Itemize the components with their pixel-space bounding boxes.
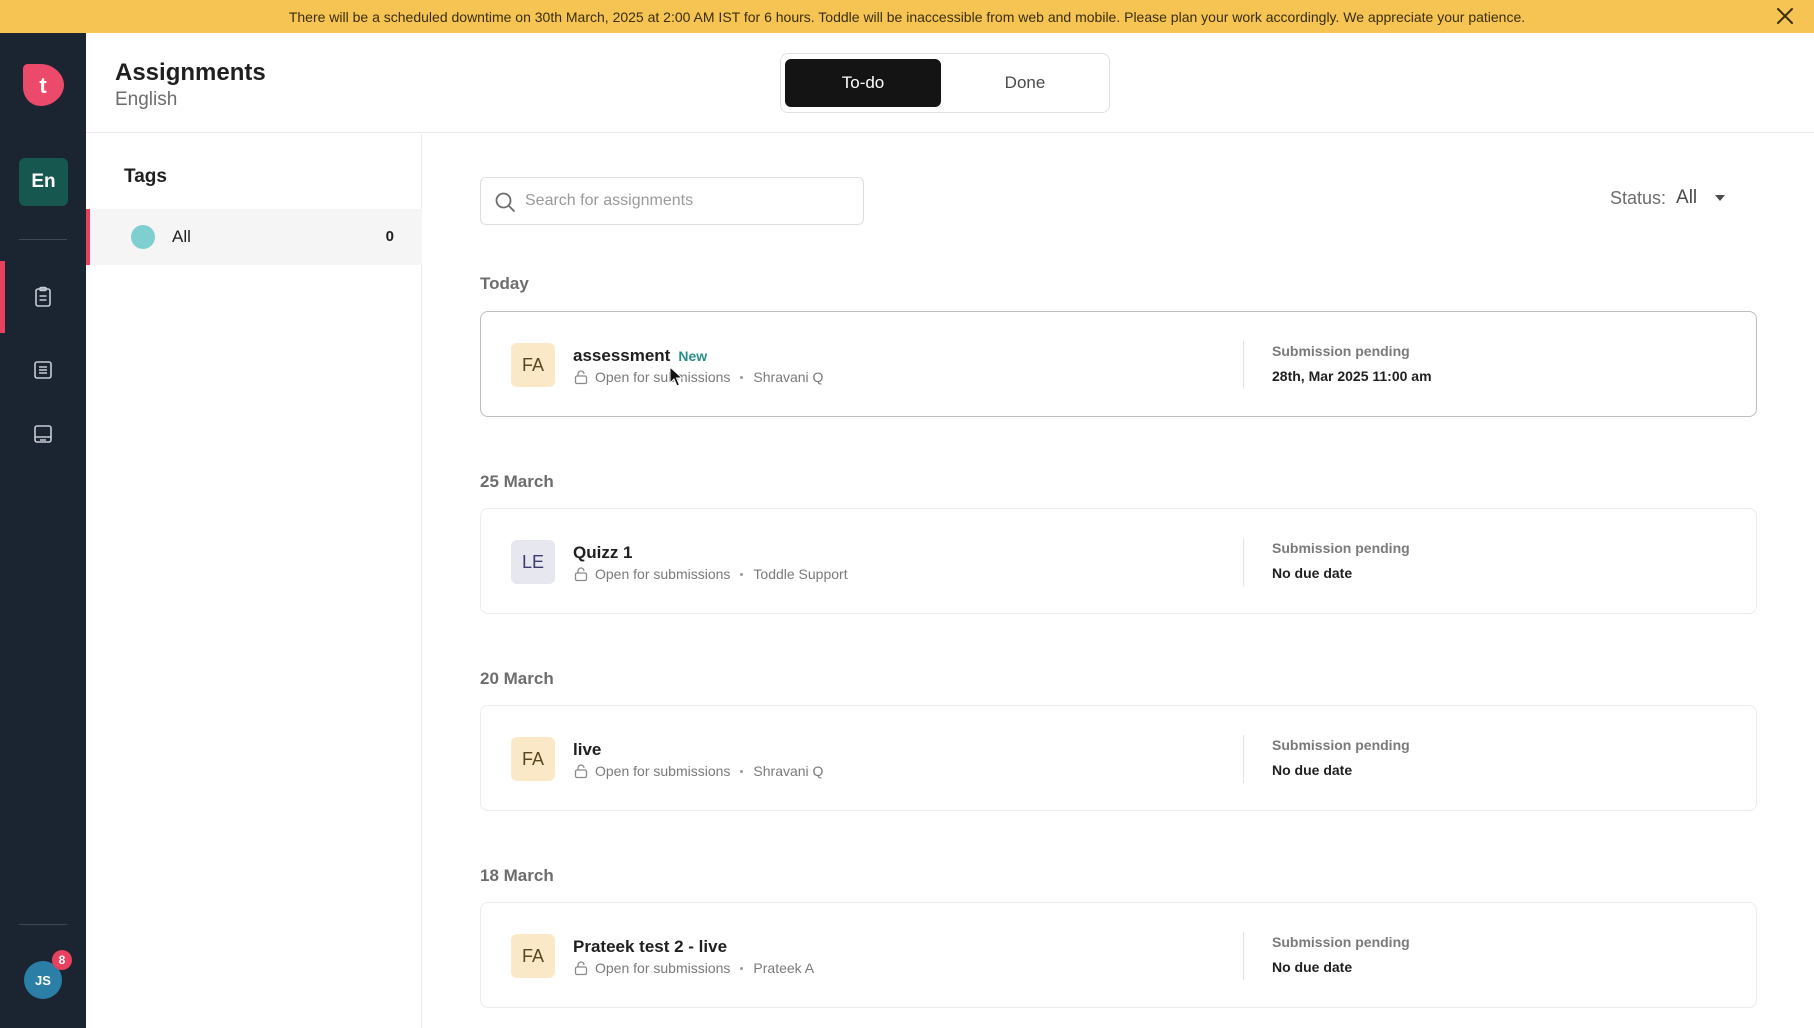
assignment-title-text: Quizz 1 bbox=[573, 543, 633, 562]
page-subtitle: English bbox=[115, 89, 178, 110]
mouse-cursor-icon bbox=[669, 366, 683, 387]
separator-dot bbox=[740, 769, 744, 773]
toddle-logo-icon[interactable]: t bbox=[19, 61, 67, 109]
assignment-meta: Open for submissions Prateek A bbox=[573, 960, 814, 976]
search-box bbox=[480, 177, 864, 225]
clipboard-icon bbox=[35, 286, 51, 307]
status-filter-label: Status: bbox=[1610, 187, 1667, 208]
assignment-meta: Open for submissions Shravani Q bbox=[573, 369, 823, 385]
caret-down-icon bbox=[1715, 195, 1726, 201]
open-lock-icon bbox=[574, 961, 588, 976]
assignment-author: Shravani Q bbox=[753, 763, 824, 779]
tags-panel: Tags All 0 bbox=[86, 134, 422, 1028]
close-icon[interactable] bbox=[1774, 5, 1796, 27]
separator-dot bbox=[740, 572, 744, 576]
assignment-title: live bbox=[573, 740, 601, 760]
assignment-title-text: live bbox=[573, 740, 602, 759]
assignment-author: Prateek A bbox=[753, 960, 815, 976]
new-badge: New bbox=[678, 348, 708, 364]
rail-item-assignments[interactable] bbox=[0, 261, 86, 333]
tag-color-dot bbox=[131, 225, 155, 249]
assignment-initials: LE bbox=[511, 540, 555, 584]
assignment-state: Open for submissions bbox=[595, 566, 731, 582]
notification-badge: 8 bbox=[52, 950, 72, 970]
group-label: 18 March bbox=[480, 866, 554, 885]
rail-divider bbox=[19, 239, 67, 240]
downtime-banner: There will be a scheduled downtime on 30… bbox=[0, 0, 1814, 33]
left-nav-rail: t En JS 8 bbox=[0, 33, 86, 1028]
page-title: Assignments bbox=[115, 59, 266, 86]
course-chip[interactable]: En bbox=[19, 158, 68, 206]
rail-item-lists[interactable] bbox=[0, 334, 86, 406]
assignment-title-text: Prateek test 2 - live bbox=[573, 937, 728, 956]
tag-count: 0 bbox=[385, 228, 394, 245]
todo-done-toggle: To-do Done bbox=[780, 53, 1110, 113]
notebook-icon bbox=[34, 425, 52, 443]
assignment-meta: Open for submissions Toddle Support bbox=[573, 566, 848, 582]
assignment-title-text: assessment bbox=[573, 346, 671, 365]
banner-message: There will be a scheduled downtime on 30… bbox=[288, 8, 1526, 25]
logo-letter: t bbox=[39, 73, 47, 98]
assignment-card[interactable]: FA live Open for submissions Shravani Q … bbox=[480, 705, 1757, 811]
assignment-card[interactable]: LE Quizz 1 Open for submissions Toddle S… bbox=[480, 508, 1757, 614]
assignment-card[interactable]: FA Prateek test 2 - live Open for submis… bbox=[480, 902, 1757, 1008]
page-header: Assignments English To-do Done bbox=[86, 33, 1814, 133]
assignment-title: assessment New bbox=[573, 346, 707, 366]
tag-label: All bbox=[172, 227, 191, 246]
due-date: No due date bbox=[1272, 959, 1353, 975]
due-date: No due date bbox=[1272, 762, 1353, 778]
tag-item-all[interactable]: All 0 bbox=[86, 209, 422, 265]
due-date: No due date bbox=[1272, 565, 1353, 581]
assignment-title: Prateek test 2 - live bbox=[573, 937, 727, 957]
status-filter-value: All bbox=[1676, 187, 1698, 208]
assignment-state: Open for submissions bbox=[595, 369, 731, 385]
submission-status: Submission pending bbox=[1272, 343, 1410, 359]
assignment-initials: FA bbox=[511, 934, 555, 978]
assignment-state: Open for submissions bbox=[595, 960, 731, 976]
assignment-state: Open for submissions bbox=[595, 763, 731, 779]
group-label: Today bbox=[480, 274, 529, 293]
group-label: 25 March bbox=[480, 472, 554, 491]
submission-status: Submission pending bbox=[1272, 540, 1410, 556]
status-filter-dropdown[interactable]: Status: All bbox=[1610, 187, 1727, 209]
assignment-initials: FA bbox=[511, 737, 555, 781]
tags-title: Tags bbox=[124, 166, 167, 187]
group-label: 20 March bbox=[480, 669, 554, 688]
tab-done[interactable]: Done bbox=[947, 59, 1103, 107]
rail-item-notebook[interactable] bbox=[0, 398, 86, 470]
assignment-author: Toddle Support bbox=[753, 566, 848, 582]
card-divider bbox=[1243, 538, 1244, 586]
card-divider bbox=[1243, 932, 1244, 980]
assignment-title: Quizz 1 bbox=[573, 543, 633, 563]
assignment-initials: FA bbox=[511, 343, 555, 387]
assignment-meta: Open for submissions Shravani Q bbox=[573, 763, 823, 779]
submission-status: Submission pending bbox=[1272, 934, 1410, 950]
rail-divider bbox=[19, 924, 67, 925]
assignment-card[interactable]: FA assessment New Open for submissions Sh… bbox=[480, 311, 1757, 417]
search-icon bbox=[495, 192, 515, 212]
tab-todo[interactable]: To-do bbox=[785, 59, 941, 107]
search-input[interactable] bbox=[525, 178, 855, 224]
card-divider bbox=[1243, 341, 1244, 389]
open-lock-icon bbox=[574, 567, 588, 582]
separator-dot bbox=[740, 375, 744, 379]
separator-dot bbox=[740, 966, 744, 970]
assignment-author: Shravani Q bbox=[753, 369, 824, 385]
card-divider bbox=[1243, 735, 1244, 783]
open-lock-icon bbox=[574, 764, 588, 779]
due-date: 28th, Mar 2025 11:00 am bbox=[1272, 368, 1432, 384]
open-lock-icon bbox=[574, 370, 588, 385]
submission-status: Submission pending bbox=[1272, 737, 1410, 753]
list-document-icon bbox=[34, 361, 52, 379]
